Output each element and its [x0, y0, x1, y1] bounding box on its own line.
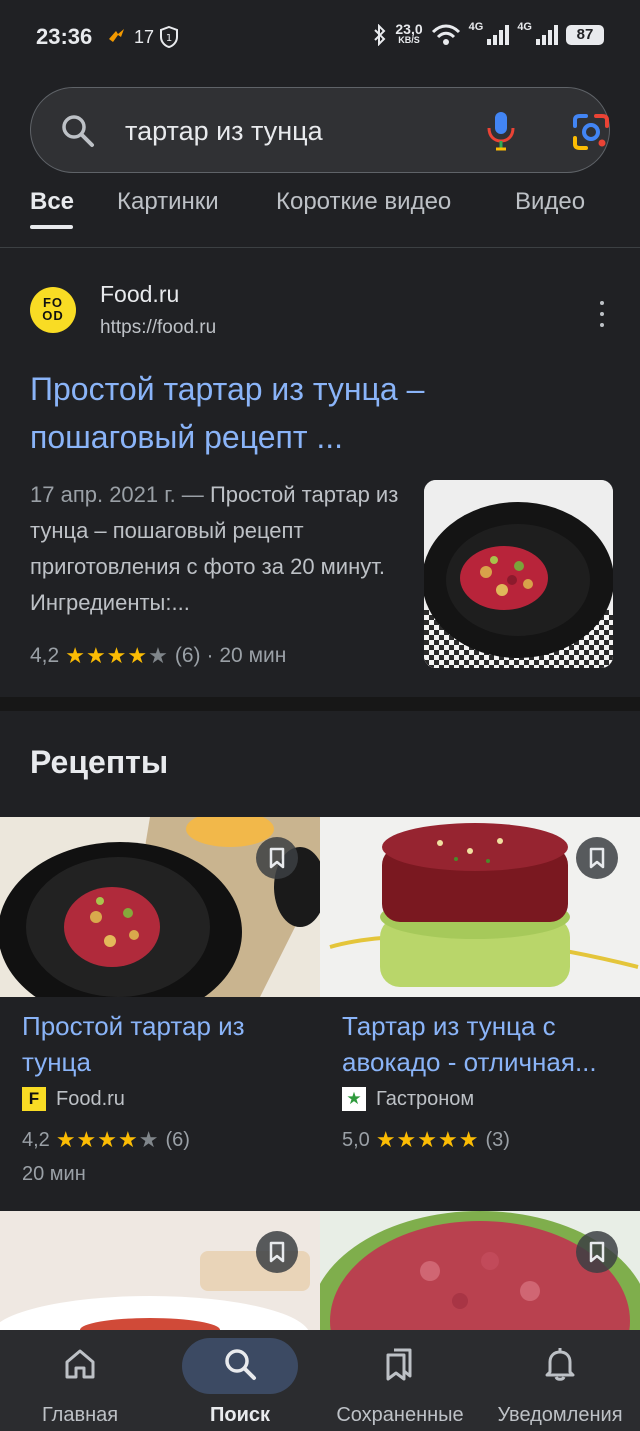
recipe-rating: 4,2 ★★★★★ (6) — [22, 1127, 190, 1153]
bookmark-icon — [589, 847, 605, 869]
tab-all[interactable]: Все — [30, 188, 74, 216]
bell-icon — [545, 1348, 575, 1381]
recipe-rating: 5,0 ★★★★★ (3) — [342, 1127, 510, 1153]
net-label-1: 4G — [468, 21, 484, 33]
nav-notifications-label: Уведомления — [497, 1404, 623, 1426]
site-url[interactable]: https://food.ru — [100, 317, 216, 339]
result-title[interactable]: Простой тартар из тунца – пошаговый реце… — [30, 365, 590, 461]
recipe-title[interactable]: Тартар из тунца с авокадо - отличная... — [342, 1008, 632, 1080]
recipe-image[interactable] — [0, 817, 320, 997]
source-favicon: ★ — [342, 1087, 366, 1111]
nav-home[interactable]: Главная — [0, 1330, 160, 1431]
recipes-heading: Рецепты — [30, 744, 169, 780]
nav-saved-label: Сохраненные — [336, 1404, 464, 1426]
cook-time: · 20 мин — [206, 644, 287, 667]
search-tabs: Все Картинки Короткие видео Видео — [0, 180, 640, 248]
search-input[interactable]: тартар из тунца — [125, 116, 323, 147]
network-speed-unit: KB/S — [398, 35, 420, 45]
rating-value: 4,2 — [22, 1128, 50, 1151]
recipe-card[interactable] — [320, 1211, 640, 1330]
svg-text:1: 1 — [166, 33, 172, 44]
network-speed: 23,0 KB/S — [395, 21, 423, 46]
bookmark-icon — [269, 1241, 285, 1263]
star-rating-icon: ★★★★★ — [375, 1127, 480, 1152]
mic-icon[interactable] — [485, 110, 517, 152]
source-name: Гастроном — [376, 1087, 475, 1110]
nav-notifications[interactable]: Уведомления — [480, 1330, 640, 1431]
tartare-image — [424, 480, 613, 668]
lens-icon[interactable] — [571, 112, 611, 152]
more-options-icon[interactable] — [594, 301, 610, 327]
recipe-time: 20 мин — [22, 1163, 86, 1185]
status-time: 23:36 — [36, 24, 93, 49]
net-label-2: 4G — [517, 21, 532, 33]
review-count: (6) — [165, 1128, 190, 1151]
bookmarks-icon — [386, 1348, 412, 1381]
bookmark-button[interactable] — [576, 1231, 618, 1273]
flame-icon — [109, 29, 124, 42]
tab-videos[interactable]: Видео — [515, 188, 585, 216]
status-bar: 23:36 17 1 23,0 KB/S 4G 4G 87 — [0, 0, 640, 78]
signal-icon-2 — [536, 25, 558, 45]
bluetooth-icon — [374, 24, 386, 46]
signal-icon-1 — [487, 25, 510, 45]
bookmark-button[interactable] — [256, 1231, 298, 1273]
tab-short-videos[interactable]: Короткие видео — [276, 188, 451, 216]
nav-home-label: Главная — [41, 1404, 119, 1426]
bookmark-icon — [269, 847, 285, 869]
nav-search[interactable]: Поиск — [160, 1330, 320, 1431]
review-count: (3) — [485, 1128, 510, 1151]
shield-icon: 1 — [160, 26, 179, 48]
recipe-image[interactable] — [320, 817, 640, 997]
bottom-navigation: Главная Поиск Сохраненные Уведомления — [0, 1330, 640, 1431]
recipe-card[interactable]: Простой тартар из тунца F Food.ru 4,2 ★★… — [0, 817, 320, 1197]
site-name[interactable]: Food.ru — [100, 281, 179, 308]
result-date: 17 апр. 2021 г. — — [30, 482, 204, 507]
tab-active-indicator — [30, 225, 73, 229]
rating-value: 4,2 — [30, 644, 60, 667]
rating-value: 5,0 — [342, 1128, 370, 1151]
search-bar[interactable]: тартар из тунца — [30, 87, 610, 173]
home-icon — [65, 1349, 95, 1379]
source-name: Food.ru — [56, 1087, 125, 1110]
bookmark-icon — [589, 1241, 605, 1263]
source-favicon: F — [22, 1087, 46, 1111]
result-snippet: 17 апр. 2021 г. — Простой тартар из тунц… — [30, 477, 400, 621]
site-favicon: FO OD — [30, 287, 76, 333]
result-rating: 4,2 ★★★★★ (6) · 20 мин — [30, 643, 286, 669]
tab-more-partial[interactable] — [634, 188, 640, 216]
recipe-card[interactable] — [0, 1211, 320, 1330]
star-rating-icon: ★★★★★ — [65, 643, 169, 668]
bookmark-button[interactable] — [256, 837, 298, 879]
recipe-image[interactable] — [0, 1211, 320, 1330]
recipe-card[interactable]: Тартар из тунца с авокадо - отличная... … — [320, 817, 640, 1197]
recipe-source: ★ Гастроном — [342, 1087, 474, 1111]
search-result[interactable]: FO OD Food.ru https://food.ru Простой та… — [0, 249, 640, 697]
star-rating-icon: ★★★★★ — [55, 1127, 160, 1152]
wifi-icon — [431, 24, 460, 45]
notification-count: 17 — [134, 26, 155, 47]
search-icon — [62, 115, 94, 147]
nav-search-label: Поиск — [209, 1404, 271, 1426]
result-thumbnail[interactable] — [424, 480, 613, 668]
status-notifications: 17 1 — [106, 26, 179, 48]
nav-saved[interactable]: Сохраненные — [320, 1330, 480, 1431]
recipe-image[interactable] — [320, 1211, 640, 1330]
review-count: (6) — [174, 644, 201, 667]
bookmark-button[interactable] — [576, 837, 618, 879]
battery-indicator: 87 — [566, 25, 604, 45]
network-speed-value: 23,0 — [395, 21, 423, 37]
section-divider — [0, 697, 640, 711]
recipe-source: F Food.ru — [22, 1087, 125, 1111]
tab-images[interactable]: Картинки — [117, 188, 219, 216]
status-right: 23,0 KB/S 4G 4G 87 — [373, 21, 604, 46]
search-icon — [225, 1349, 256, 1380]
recipe-title[interactable]: Простой тартар из тунца — [22, 1008, 312, 1080]
